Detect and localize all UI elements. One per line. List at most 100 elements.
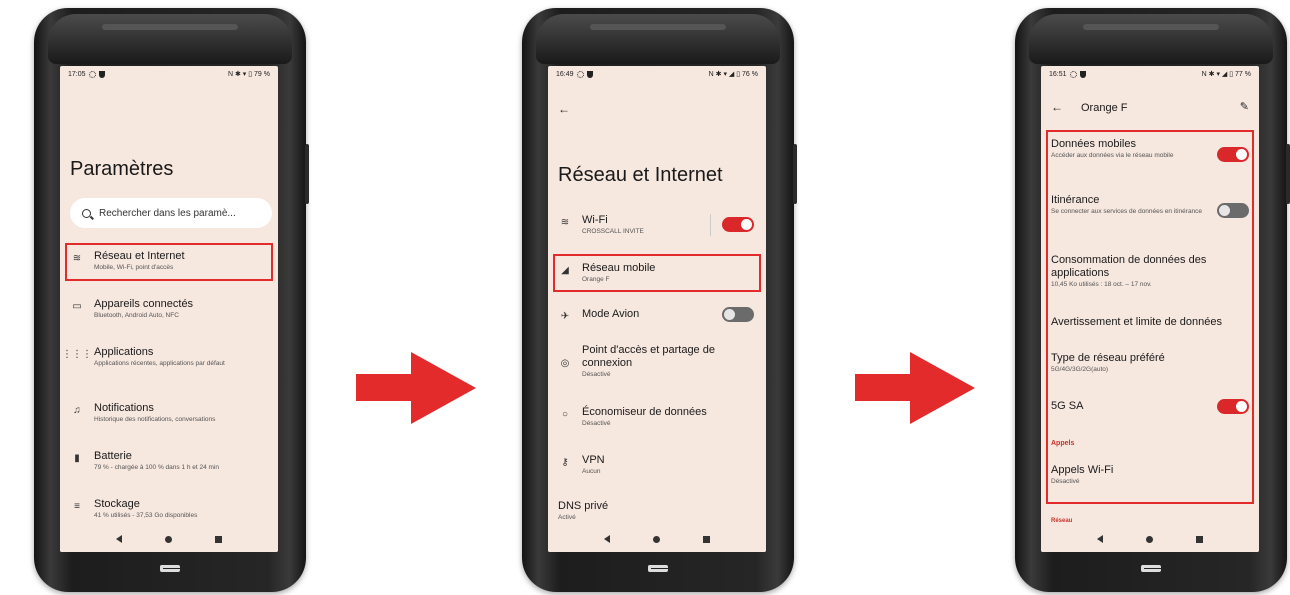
back-arrow-icon[interactable]: ← xyxy=(1051,100,1063,114)
recents-nav-icon[interactable] xyxy=(703,535,711,543)
network-item-hotspot[interactable]: ◎ Point d'accès et partage de connexion D… xyxy=(548,344,766,379)
status-time: 17:05 xyxy=(68,70,86,78)
mobile-item-network-type[interactable]: Type de réseau préféré 5G/4G/3G/2G(auto) xyxy=(1051,352,1259,374)
item-title: Itinérance xyxy=(1051,194,1100,206)
item-subtitle: 79 % - chargée à 100 % dans 1 h et 24 mi… xyxy=(94,464,220,471)
vpn-key-icon: ⚷ xyxy=(561,457,569,468)
home-nav-icon[interactable] xyxy=(1145,535,1153,543)
brand-logo xyxy=(648,565,668,572)
bell-icon: ♫ xyxy=(73,405,81,416)
item-title: Appels Wi-Fi xyxy=(1051,464,1114,476)
brand-logo xyxy=(160,565,180,572)
mobile-item-app-data-usage[interactable]: Consommation de données des applications… xyxy=(1051,254,1259,289)
airplane-toggle[interactable] xyxy=(722,307,754,322)
network-item-mobile[interactable]: ◢ Réseau mobile Orange F xyxy=(548,262,766,284)
wifi-icon: ≋ xyxy=(72,253,82,264)
mobile-item-data-warning[interactable]: Avertissement et limite de données xyxy=(1051,316,1259,329)
item-subtitle: Applications récentes, applications par … xyxy=(94,360,225,367)
status-indicators: N ✱ ▾ ▯ 79 % xyxy=(227,71,270,78)
settings-item-devices[interactable]: ▭ Appareils connectés Bluetooth, Android … xyxy=(60,298,278,320)
back-arrow-icon[interactable]: ← xyxy=(558,102,570,116)
status-time: 16:49 xyxy=(556,70,574,78)
network-screen: 16:49 N ✱ ▾ ◢ ▯ 76 % ← Réseau et Interne… xyxy=(548,66,766,552)
shield-icon xyxy=(1079,70,1086,78)
status-indicators: N ✱ ▾ ◢ ▯ 76 % xyxy=(708,71,758,78)
status-indicators: N ✱ ▾ ◢ ▯ 77 % xyxy=(1201,71,1251,78)
item-subtitle: Historique des notifications, conversati… xyxy=(94,416,216,423)
page-title: Réseau et Internet xyxy=(558,164,723,186)
item-title: Économiseur de données xyxy=(582,406,707,418)
network-item-vpn[interactable]: ⚷ VPN Aucun xyxy=(548,454,766,476)
gear-icon xyxy=(1069,70,1077,78)
settings-item-apps[interactable]: ⋮⋮⋮ Applications Applications récentes, a… xyxy=(60,346,278,368)
phone-2: 16:49 N ✱ ▾ ◢ ▯ 76 % ← Réseau et Interne… xyxy=(522,8,797,592)
item-title: Avertissement et limite de données xyxy=(1051,316,1222,328)
5g-sa-toggle[interactable] xyxy=(1217,399,1249,414)
settings-item-network[interactable]: ≋ Réseau et Internet Mobile, Wi-Fi, point… xyxy=(60,250,278,272)
battery-icon: ▮ xyxy=(74,453,80,464)
status-time: 16:51 xyxy=(1049,70,1067,78)
item-title: Stockage xyxy=(94,498,140,510)
settings-item-notifications[interactable]: ♫ Notifications Historique des notificati… xyxy=(60,402,278,424)
item-subtitle: Désactivé xyxy=(582,371,611,378)
item-title: Type de réseau préféré xyxy=(1051,352,1165,364)
settings-item-storage[interactable]: ≡ Stockage 41 % utilisés - 37,53 Go dispo… xyxy=(60,498,278,520)
hotspot-icon: ◎ xyxy=(560,358,570,369)
network-item-data-saver[interactable]: ○ Économiseur de données Désactivé xyxy=(548,406,766,428)
item-title: Batterie xyxy=(94,450,132,462)
section-header-calls: Appels xyxy=(1051,440,1075,447)
item-subtitle: Se connecter aux services de données en … xyxy=(1051,208,1203,215)
status-bar: 16:49 N ✱ ▾ ◢ ▯ 76 % xyxy=(548,66,766,82)
item-title: Consommation de données des applications xyxy=(1051,254,1207,279)
side-button xyxy=(305,144,309,204)
item-subtitle: Orange F xyxy=(582,276,610,283)
status-bar: 16:51 N ✱ ▾ ◢ ▯ 77 % xyxy=(1041,66,1259,82)
item-title: Appareils connectés xyxy=(94,298,194,310)
item-title: Données mobiles xyxy=(1051,138,1136,150)
item-title: Réseau et Internet xyxy=(94,250,185,262)
search-input[interactable]: Rechercher dans les paramè... xyxy=(70,198,272,228)
item-title: DNS privé xyxy=(558,500,609,512)
side-button xyxy=(793,144,797,204)
arrow-right-icon xyxy=(855,352,975,424)
status-bar: 17:05 N ✱ ▾ ▯ 79 % xyxy=(60,66,278,82)
page-title: Paramètres xyxy=(70,158,174,180)
back-nav-icon[interactable] xyxy=(603,535,610,543)
item-subtitle: Mobile, Wi-Fi, point d'accès xyxy=(94,264,174,271)
storage-icon: ≡ xyxy=(74,501,80,512)
brand-logo xyxy=(1141,565,1161,572)
wifi-icon: ≋ xyxy=(560,217,570,228)
home-nav-icon[interactable] xyxy=(652,535,660,543)
settings-screen: 17:05 N ✱ ▾ ▯ 79 % Paramètres Rechercher… xyxy=(60,66,278,552)
page-header: Orange F xyxy=(1081,102,1128,114)
mobile-data-toggle[interactable] xyxy=(1217,147,1249,162)
item-subtitle: 5G/4G/3G/2G(auto) xyxy=(1051,366,1109,373)
section-header-network: Réseau xyxy=(1051,518,1073,524)
phone-1: 17:05 N ✱ ▾ ▯ 79 % Paramètres Rechercher… xyxy=(34,8,309,592)
navigation-bar xyxy=(60,526,278,552)
mobile-item-wifi-calling[interactable]: Appels Wi-Fi Désactivé xyxy=(1051,464,1259,486)
home-nav-icon[interactable] xyxy=(164,535,172,543)
search-placeholder: Rechercher dans les paramè... xyxy=(99,207,236,219)
recents-nav-icon[interactable] xyxy=(1196,535,1204,543)
back-nav-icon[interactable] xyxy=(115,535,122,543)
airplane-icon: ✈ xyxy=(560,311,570,322)
back-nav-icon[interactable] xyxy=(1096,535,1103,543)
search-icon xyxy=(82,208,91,218)
devices-icon: ▭ xyxy=(72,301,82,312)
roaming-toggle[interactable] xyxy=(1217,203,1249,218)
item-subtitle: Aucun xyxy=(582,468,601,475)
signal-icon: ◢ xyxy=(561,265,569,276)
item-subtitle: 10,45 Ko utilisés : 18 oct. – 17 nov. xyxy=(1051,281,1152,288)
recents-nav-icon[interactable] xyxy=(215,535,223,543)
item-subtitle: Activé xyxy=(558,514,576,521)
item-title: Applications xyxy=(94,346,154,358)
settings-item-battery[interactable]: ▮ Batterie 79 % - chargée à 100 % dans 1 … xyxy=(60,450,278,472)
navigation-bar xyxy=(1041,526,1259,552)
wifi-toggle[interactable] xyxy=(722,217,754,232)
network-item-dns[interactable]: DNS privé Activé xyxy=(558,500,766,522)
edit-pencil-icon[interactable]: ✎ xyxy=(1240,100,1249,113)
item-title: Point d'accès et partage de connexion xyxy=(582,344,715,369)
navigation-bar xyxy=(548,526,766,552)
divider xyxy=(710,214,711,236)
